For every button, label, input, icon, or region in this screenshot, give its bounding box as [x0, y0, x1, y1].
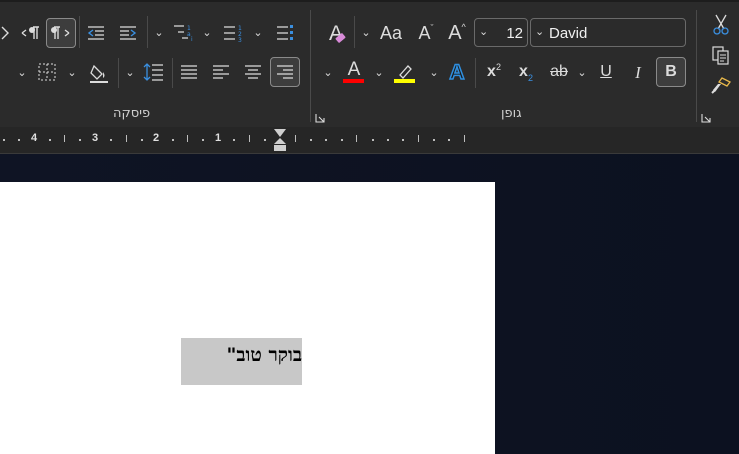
font-color-button[interactable]: A	[340, 58, 368, 86]
underline-button[interactable]: U	[593, 58, 619, 86]
borders-icon	[38, 63, 56, 81]
text-effects-button[interactable]: A	[444, 58, 470, 86]
ruler-number: 2	[153, 132, 160, 144]
align-right-button[interactable]	[270, 57, 300, 87]
shrink-font-button[interactable]: Aˇ	[413, 20, 439, 46]
svg-text:3: 3	[238, 37, 242, 42]
italic-icon: I	[635, 62, 641, 82]
shading-button[interactable]	[85, 59, 113, 87]
cut-button[interactable]	[708, 10, 734, 38]
font-name-box[interactable]: ⌄ David	[530, 18, 686, 47]
grow-font-button[interactable]: A ^	[444, 20, 470, 46]
ruler-number: 4	[31, 132, 38, 144]
change-case-dropdown[interactable]: ⌄	[360, 24, 372, 42]
font-name-dropdown-icon[interactable]: ⌄	[535, 25, 544, 38]
ltr-direction-icon	[21, 26, 39, 39]
sort-dropdown[interactable]: ⌄	[16, 64, 28, 82]
horizontal-ruler[interactable]: 4 3 2 1	[0, 127, 739, 154]
numbered-list-dropdown[interactable]: ⌄	[201, 24, 213, 42]
justify-icon	[181, 65, 197, 79]
rtl-direction-icon	[51, 26, 70, 39]
font-color-bar	[343, 79, 364, 83]
dialog-launcher-icon	[315, 114, 325, 123]
line-spacing-dropdown[interactable]: ⌄	[124, 64, 136, 82]
borders-button[interactable]	[34, 59, 60, 85]
subscript-icon: x	[519, 63, 528, 80]
superscript-icon: x	[487, 63, 496, 80]
font-color-dropdown[interactable]: ⌄	[322, 64, 334, 82]
show-marks-button[interactable]	[0, 22, 10, 44]
superscript-button[interactable]: x2	[481, 58, 507, 86]
underline-dropdown[interactable]: ⌄	[576, 64, 588, 82]
bulleted-list-button[interactable]	[272, 20, 298, 46]
indent-marker-icon	[274, 129, 286, 151]
change-case-icon: Aa	[379, 23, 403, 43]
ltr-direction-button[interactable]	[18, 20, 44, 46]
multilevel-list-button[interactable]: 1ai	[170, 20, 196, 46]
format-painter-icon	[711, 77, 731, 94]
italic-button[interactable]: I	[625, 58, 651, 86]
indent-marker[interactable]	[273, 128, 287, 152]
font-size-dropdown-icon[interactable]: ⌄	[479, 25, 488, 38]
copy-icon	[712, 46, 729, 65]
bulleted-list-icon	[277, 25, 293, 40]
font-group-label: גופן	[501, 106, 522, 121]
font-size-value: 12	[506, 25, 523, 42]
increase-indent-button[interactable]	[116, 20, 140, 46]
selected-document-text[interactable]: בוקר טוב"	[181, 338, 302, 367]
grow-font-icon: A	[448, 22, 462, 44]
document-page[interactable]: בוקר טוב"	[0, 182, 495, 454]
font-color-icon: A	[347, 58, 361, 80]
paragraph-mark-icon	[1, 26, 9, 40]
format-painter-button[interactable]	[708, 72, 734, 100]
strikethrough-icon: ab	[550, 63, 568, 80]
text-effects-icon: A	[449, 60, 466, 84]
highlight-color-bar	[394, 79, 415, 83]
decrease-indent-icon	[87, 26, 104, 40]
multilevel-list-dropdown[interactable]: ⌄	[153, 24, 165, 42]
shrink-font-icon: A	[418, 23, 431, 43]
numbered-list-icon: 123	[224, 25, 242, 42]
align-left-button[interactable]	[208, 59, 234, 85]
align-left-icon	[213, 65, 229, 79]
multilevel-list-icon: 1ai	[174, 25, 193, 42]
text-effects-dropdown[interactable]: ⌄	[428, 64, 440, 82]
cut-icon	[713, 14, 729, 35]
font-dialog-launcher[interactable]	[701, 110, 711, 123]
bulleted-list-dropdown[interactable]: ⌄	[252, 24, 264, 42]
ribbon: ⌄ 1ai ⌄ 123 ⌄ ⌄ ⌄ ⌄ פיסקה A ⌄ Aa A ˇ A ^…	[0, 0, 739, 127]
ruler-number: 3	[92, 132, 99, 144]
justify-button[interactable]	[176, 59, 202, 85]
increase-indent-icon	[120, 26, 137, 40]
shading-icon	[90, 64, 108, 83]
subscript-button[interactable]: x2	[513, 58, 539, 86]
highlight-button[interactable]	[390, 58, 418, 86]
center-button[interactable]	[240, 59, 266, 85]
bold-button[interactable]: B	[656, 57, 686, 87]
paragraph-group-label: פיסקה	[113, 106, 151, 121]
line-spacing-button[interactable]	[141, 59, 167, 85]
highlight-dropdown[interactable]: ⌄	[373, 64, 385, 82]
document-workspace[interactable]: בוקר טוב"	[0, 154, 739, 454]
align-right-icon	[277, 65, 293, 79]
font-name-value: David	[549, 25, 588, 42]
underline-icon: U	[600, 63, 612, 80]
change-case-button[interactable]: Aa	[377, 20, 405, 46]
borders-dropdown[interactable]: ⌄	[66, 64, 78, 82]
center-icon	[245, 65, 261, 79]
rtl-direction-button[interactable]	[46, 18, 76, 48]
copy-button[interactable]	[708, 42, 734, 68]
decrease-indent-button[interactable]	[84, 20, 108, 46]
numbered-list-button[interactable]: 123	[220, 20, 246, 46]
svg-text:i: i	[191, 36, 193, 42]
line-spacing-icon	[143, 63, 163, 81]
strikethrough-button[interactable]: ab	[545, 58, 573, 86]
bold-icon: B	[665, 63, 677, 80]
paragraph-dialog-launcher[interactable]	[315, 110, 325, 123]
clear-formatting-button[interactable]: A	[322, 19, 350, 47]
dialog-launcher-icon	[701, 114, 711, 123]
ruler-number: 1	[215, 132, 222, 144]
font-size-box[interactable]: ⌄ 12	[474, 18, 528, 47]
